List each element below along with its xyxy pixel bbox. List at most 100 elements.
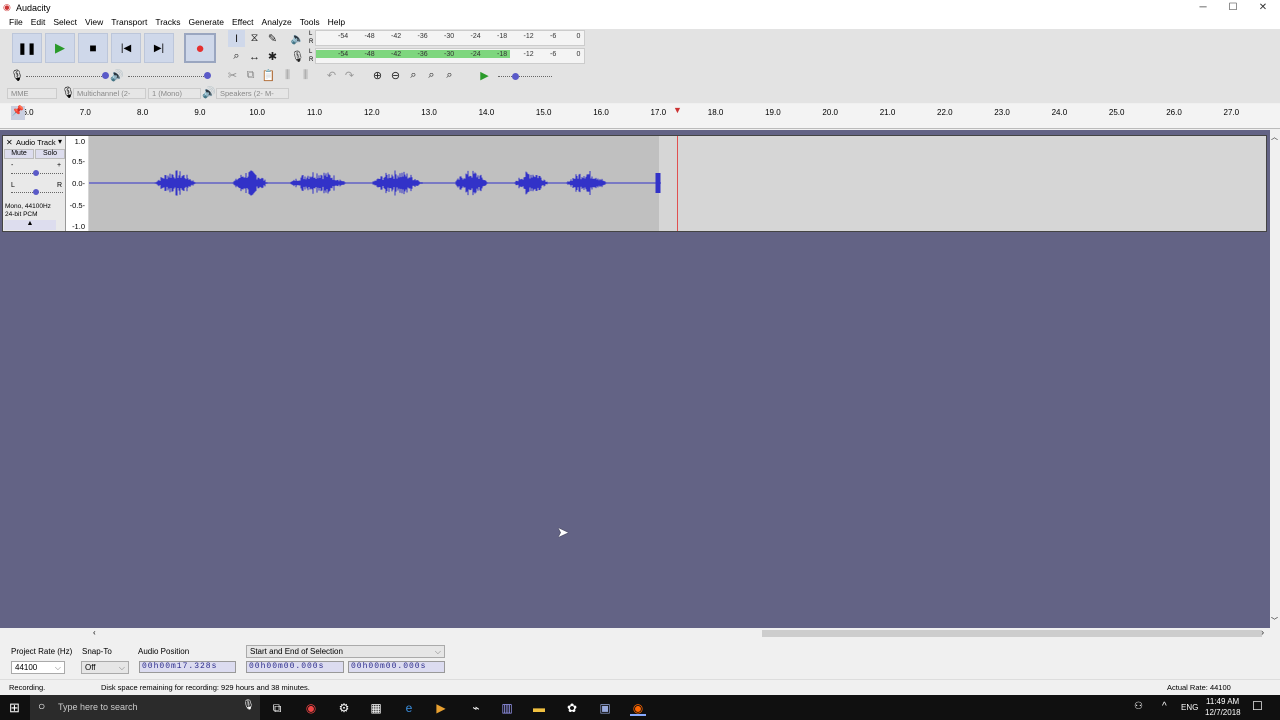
mic-slider-thumb[interactable] (102, 72, 109, 79)
menu-analyze[interactable]: Analyze (258, 15, 296, 29)
channels-select[interactable]: 1 (Mono) (148, 88, 201, 99)
task-view-icon[interactable]: ⧉ (269, 700, 285, 716)
snap-to-select[interactable]: Off ⌵ (81, 661, 129, 674)
zoom-tool-icon[interactable]: ⌕ (228, 48, 245, 65)
mic-volume-slider[interactable] (26, 76, 106, 77)
track-name-menu[interactable]: Audio Track (16, 138, 56, 147)
selection-tool-icon[interactable]: I (228, 30, 245, 47)
undo-icon[interactable]: ↶ (323, 67, 340, 84)
menu-transport[interactable]: Transport (107, 15, 151, 29)
record-button[interactable]: ● (184, 33, 216, 63)
speaker-slider-thumb[interactable] (204, 72, 211, 79)
tray-overflow-icon[interactable]: ^ (1162, 701, 1167, 712)
audio-position-field[interactable]: 00h00m17.328s (139, 661, 236, 673)
scrollbar-thumb[interactable] (762, 630, 1262, 637)
edge-icon[interactable]: e (401, 700, 417, 716)
menu-file[interactable]: File (5, 15, 27, 29)
menu-generate[interactable]: Generate (185, 15, 228, 29)
fit-selection-icon[interactable]: ⌕ (405, 67, 422, 84)
media-icon[interactable]: ▶ (433, 700, 449, 716)
draw-tool-icon[interactable]: ✎ (264, 30, 281, 47)
app-icon[interactable]: ⌁ (468, 700, 484, 716)
scale-label: -0.5- (69, 201, 85, 210)
timeline-ruler[interactable]: 6.0 7.0 8.0 9.0 10.0 11.0 12.0 13.0 14.0 15.0 16.0… (0, 104, 1280, 129)
people-icon[interactable]: ⚇ (1134, 701, 1143, 712)
menu-edit[interactable]: Edit (27, 15, 50, 29)
fit-project-icon[interactable]: ⌕ (423, 67, 440, 84)
skip-end-button[interactable]: ▶| (144, 33, 174, 63)
silence-icon[interactable]: ⫼ (297, 67, 314, 84)
action-center-icon[interactable]: ☐ (1252, 699, 1263, 713)
speaker-volume-slider[interactable] (128, 76, 208, 77)
vertical-scrollbar[interactable]: ︿ ﹀ (1270, 130, 1280, 628)
playback-meter[interactable]: -54 -48 -42 -36 -30 -24 -18 -12 -6 0 (315, 30, 585, 46)
file-explorer-icon[interactable]: ▬ (531, 700, 547, 716)
play-at-speed-icon[interactable]: ▶ (476, 67, 493, 84)
app-icon[interactable]: ✿ (564, 700, 580, 716)
mic-meter-icon[interactable]: 🎙 (289, 48, 306, 65)
selection-start-field[interactable]: 00h00m00.000s (246, 661, 344, 673)
play-speed-slider[interactable] (498, 76, 552, 77)
copy-icon[interactable]: ⧉ (242, 67, 259, 84)
mute-button[interactable]: Mute (4, 149, 34, 159)
play-button[interactable]: ▶ (45, 33, 75, 63)
start-button[interactable]: ⊞ (9, 700, 20, 716)
output-speaker-icon: 🔊 (202, 87, 216, 99)
zoom-out-icon[interactable]: ⊖ (387, 67, 404, 84)
menu-help[interactable]: Help (324, 15, 349, 29)
ruler-tick: 23.0 (994, 108, 1010, 117)
menu-effect[interactable]: Effect (228, 15, 258, 29)
mixer-icon[interactable]: ▥ (499, 700, 515, 716)
input-device-select[interactable]: Multichannel (2- (73, 88, 146, 99)
speaker-meter-icon[interactable]: 🔈 (289, 30, 306, 47)
skip-start-button[interactable]: |◀ (111, 33, 141, 63)
play-speed-thumb[interactable] (512, 73, 519, 80)
clock-date[interactable]: 12/7/2018 (1205, 708, 1241, 717)
pin-playhead-icon[interactable]: 📌 (11, 106, 25, 120)
menu-tracks[interactable]: Tracks (151, 15, 184, 29)
project-rate-select[interactable]: 44100 ⌵ (11, 661, 65, 674)
track-menu-dropdown-icon[interactable]: ▾ (58, 137, 62, 146)
collapse-track-button[interactable]: ▲ (4, 220, 56, 230)
pause-button[interactable]: ❚❚ (12, 33, 42, 63)
audacity-taskbar-icon[interactable]: ◉ (630, 700, 646, 716)
trim-icon[interactable]: ⫼ (279, 67, 296, 84)
zoom-toggle-icon[interactable]: ⌕ (441, 67, 458, 84)
scale-label: 1.0 (74, 137, 85, 146)
calculator-icon[interactable]: ▦ (368, 700, 384, 716)
close-button[interactable]: ✕ (1248, 0, 1278, 15)
chrome-icon[interactable]: ◉ (303, 700, 319, 716)
language-indicator[interactable]: ENG (1181, 703, 1198, 712)
menu-select[interactable]: Select (49, 15, 81, 29)
paste-icon[interactable]: 📋 (260, 67, 277, 84)
envelope-tool-icon[interactable]: ⧖ (246, 30, 263, 47)
audio-host-select[interactable]: MME (7, 88, 57, 99)
solo-button[interactable]: Solo (35, 149, 65, 159)
minimize-button[interactable]: ─ (1188, 0, 1218, 15)
multi-tool-icon[interactable]: ✱ (264, 48, 281, 65)
taskbar-search-box[interactable]: ○ Type here to search 🎙 (30, 695, 260, 720)
settings-icon[interactable]: ⚙ (336, 700, 352, 716)
zoom-in-icon[interactable]: ⊕ (369, 67, 386, 84)
cut-icon[interactable]: ✂ (224, 67, 241, 84)
ruler-tick: 10.0 (249, 108, 265, 117)
gain-thumb[interactable] (33, 170, 39, 176)
meter-tick: -24 (470, 51, 481, 58)
stop-button[interactable]: ■ (78, 33, 108, 63)
output-device-select[interactable]: Speakers (2- M- (216, 88, 289, 99)
menu-tools[interactable]: Tools (296, 15, 324, 29)
pan-thumb[interactable] (33, 189, 39, 195)
track-close-button[interactable]: ✕ (6, 138, 13, 147)
selection-mode-select[interactable]: Start and End of Selection ⌵ (246, 645, 445, 658)
selection-end-field[interactable]: 00h00m00.000s (348, 661, 445, 673)
app-icon[interactable]: ▣ (597, 700, 613, 716)
timeshift-tool-icon[interactable]: ↔ (246, 48, 263, 65)
recording-meter[interactable]: -54 -48 -42 -36 -30 -24 -18 -12 -6 0 (315, 48, 585, 64)
maximize-button[interactable]: ☐ (1218, 0, 1248, 15)
ruler-tick: 9.0 (194, 108, 206, 117)
horizontal-scrollbar[interactable]: ‹ › (90, 628, 1270, 639)
audio-track[interactable] (2, 135, 1267, 232)
clock-time[interactable]: 11:49 AM (1206, 697, 1239, 706)
redo-icon[interactable]: ↷ (341, 67, 358, 84)
menu-view[interactable]: View (81, 15, 107, 29)
